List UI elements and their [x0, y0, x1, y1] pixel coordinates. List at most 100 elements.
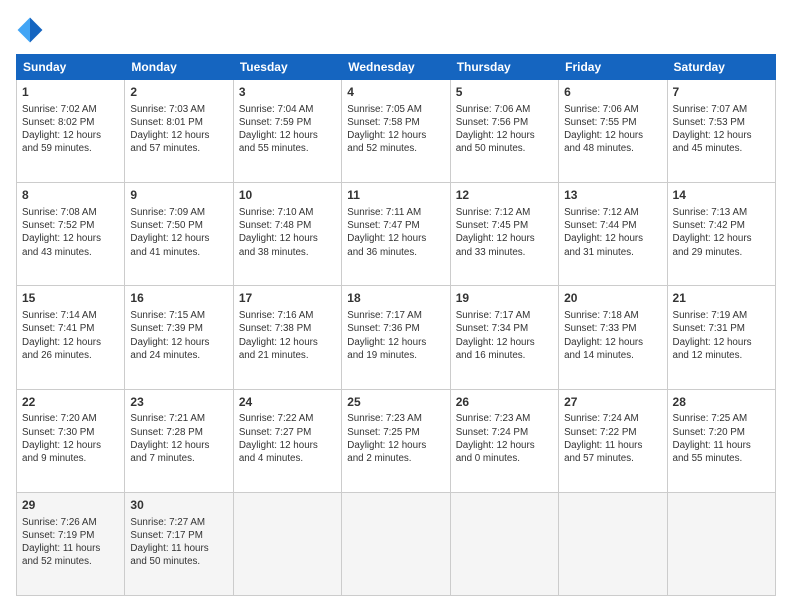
cell-r1-c3: 11 Sunrise: 7:11 AMSunset: 7:47 PMDayligh…	[342, 183, 450, 286]
day-number: 11	[347, 187, 444, 204]
col-header-sunday: Sunday	[17, 55, 125, 80]
day-number: 12	[456, 187, 553, 204]
day-number: 17	[239, 290, 336, 307]
col-header-wednesday: Wednesday	[342, 55, 450, 80]
day-number: 3	[239, 84, 336, 101]
day-number: 23	[130, 394, 227, 411]
cell-text: Sunrise: 7:06 AMSunset: 7:56 PMDaylight:…	[456, 103, 553, 156]
cell-text: Sunrise: 7:10 AMSunset: 7:48 PMDaylight:…	[239, 206, 336, 259]
cell-r2-c3: 18 Sunrise: 7:17 AMSunset: 7:36 PMDayligh…	[342, 286, 450, 389]
logo	[16, 16, 48, 44]
cell-r3-c3: 25Sunrise: 7:23 AMSunset: 7:25 PMDayligh…	[342, 389, 450, 492]
cell-r2-c5: 20 Sunrise: 7:18 AMSunset: 7:33 PMDayligh…	[559, 286, 667, 389]
cell-text: Sunrise: 7:12 AMSunset: 7:45 PMDaylight:…	[456, 206, 553, 259]
col-header-thursday: Thursday	[450, 55, 558, 80]
day-number: 5	[456, 84, 553, 101]
cell-r2-c4: 19 Sunrise: 7:17 AMSunset: 7:34 PMDayligh…	[450, 286, 558, 389]
day-number: 25	[347, 394, 444, 411]
logo-icon	[16, 16, 44, 44]
cell-r4-c4	[450, 492, 558, 595]
cell-r4-c3	[342, 492, 450, 595]
cell-r4-c0: 29 Sunrise: 7:26 AMSunset: 7:19 PMDayligh…	[17, 492, 125, 595]
day-number: 1	[22, 84, 119, 101]
cell-text: Sunrise: 7:22 AMSunset: 7:27 PMDaylight:…	[239, 412, 336, 465]
cell-text: Sunrise: 7:23 AMSunset: 7:24 PMDaylight:…	[456, 412, 553, 465]
cell-r3-c0: 22Sunrise: 7:20 AMSunset: 7:30 PMDayligh…	[17, 389, 125, 492]
calendar-row-1: 8Sunrise: 7:08 AMSunset: 7:52 PMDaylight…	[17, 183, 776, 286]
cell-text: Sunrise: 7:21 AMSunset: 7:28 PMDaylight:…	[130, 412, 227, 465]
cell-r4-c5	[559, 492, 667, 595]
day-number: 14	[673, 187, 770, 204]
day-number: 7	[673, 84, 770, 101]
day-number: 30	[130, 497, 227, 514]
calendar-row-2: 15Sunrise: 7:14 AMSunset: 7:41 PMDayligh…	[17, 286, 776, 389]
cell-text: Sunrise: 7:11 AMSunset: 7:47 PMDaylight:…	[347, 206, 444, 259]
day-number: 28	[673, 394, 770, 411]
cell-text: Sunrise: 7:27 AMSunset: 7:17 PMDaylight:…	[130, 516, 227, 569]
cell-text: Sunrise: 7:04 AMSunset: 7:59 PMDaylight:…	[239, 103, 336, 156]
day-number: 16	[130, 290, 227, 307]
cell-text: Sunrise: 7:24 AMSunset: 7:22 PMDaylight:…	[564, 412, 661, 465]
cell-r3-c6: 28Sunrise: 7:25 AMSunset: 7:20 PMDayligh…	[667, 389, 775, 492]
calendar-table: SundayMondayTuesdayWednesdayThursdayFrid…	[16, 54, 776, 596]
cell-text: Sunrise: 7:19 AMSunset: 7:31 PMDaylight:…	[673, 309, 770, 362]
cell-text: Sunrise: 7:17 AMSunset: 7:36 PMDaylight:…	[347, 309, 444, 362]
cell-r4-c6	[667, 492, 775, 595]
day-number: 13	[564, 187, 661, 204]
calendar-row-3: 22Sunrise: 7:20 AMSunset: 7:30 PMDayligh…	[17, 389, 776, 492]
cell-text: Sunrise: 7:09 AMSunset: 7:50 PMDaylight:…	[130, 206, 227, 259]
cell-r4-c1: 30 Sunrise: 7:27 AMSunset: 7:17 PMDayligh…	[125, 492, 233, 595]
cell-text: Sunrise: 7:06 AMSunset: 7:55 PMDaylight:…	[564, 103, 661, 156]
cell-r1-c6: 14Sunrise: 7:13 AMSunset: 7:42 PMDayligh…	[667, 183, 775, 286]
cell-text: Sunrise: 7:08 AMSunset: 7:52 PMDaylight:…	[22, 206, 119, 259]
day-number: 18	[347, 290, 444, 307]
cell-r0-c1: 2Sunrise: 7:03 AMSunset: 8:01 PMDaylight…	[125, 80, 233, 183]
cell-text: Sunrise: 7:05 AMSunset: 7:58 PMDaylight:…	[347, 103, 444, 156]
day-number: 19	[456, 290, 553, 307]
day-number: 9	[130, 187, 227, 204]
cell-text: Sunrise: 7:23 AMSunset: 7:25 PMDaylight:…	[347, 412, 444, 465]
calendar-body: 1 Sunrise: 7:02 AMSunset: 8:02 PMDaylight…	[17, 80, 776, 596]
day-number: 21	[673, 290, 770, 307]
col-header-friday: Friday	[559, 55, 667, 80]
cell-r3-c5: 27Sunrise: 7:24 AMSunset: 7:22 PMDayligh…	[559, 389, 667, 492]
cell-text: Sunrise: 7:07 AMSunset: 7:53 PMDaylight:…	[673, 103, 770, 156]
cell-r1-c1: 9 Sunrise: 7:09 AMSunset: 7:50 PMDaylight…	[125, 183, 233, 286]
day-number: 6	[564, 84, 661, 101]
header	[16, 16, 776, 44]
day-number: 27	[564, 394, 661, 411]
cell-text: Sunrise: 7:20 AMSunset: 7:30 PMDaylight:…	[22, 412, 119, 465]
day-number: 26	[456, 394, 553, 411]
cell-text: Sunrise: 7:14 AMSunset: 7:41 PMDaylight:…	[22, 309, 119, 362]
calendar-row-4: 29 Sunrise: 7:26 AMSunset: 7:19 PMDayligh…	[17, 492, 776, 595]
cell-r0-c6: 7 Sunrise: 7:07 AMSunset: 7:53 PMDaylight…	[667, 80, 775, 183]
cell-text: Sunrise: 7:12 AMSunset: 7:44 PMDaylight:…	[564, 206, 661, 259]
cell-text: Sunrise: 7:26 AMSunset: 7:19 PMDaylight:…	[22, 516, 119, 569]
cell-r1-c5: 13 Sunrise: 7:12 AMSunset: 7:44 PMDayligh…	[559, 183, 667, 286]
day-number: 24	[239, 394, 336, 411]
page: SundayMondayTuesdayWednesdayThursdayFrid…	[0, 0, 792, 612]
cell-r2-c6: 21 Sunrise: 7:19 AMSunset: 7:31 PMDayligh…	[667, 286, 775, 389]
cell-r0-c2: 3 Sunrise: 7:04 AMSunset: 7:59 PMDaylight…	[233, 80, 341, 183]
col-header-saturday: Saturday	[667, 55, 775, 80]
column-headers: SundayMondayTuesdayWednesdayThursdayFrid…	[17, 55, 776, 80]
cell-text: Sunrise: 7:16 AMSunset: 7:38 PMDaylight:…	[239, 309, 336, 362]
day-number: 29	[22, 497, 119, 514]
cell-r4-c2	[233, 492, 341, 595]
cell-text: Sunrise: 7:18 AMSunset: 7:33 PMDaylight:…	[564, 309, 661, 362]
day-number: 10	[239, 187, 336, 204]
cell-r2-c2: 17 Sunrise: 7:16 AMSunset: 7:38 PMDayligh…	[233, 286, 341, 389]
cell-r1-c0: 8Sunrise: 7:08 AMSunset: 7:52 PMDaylight…	[17, 183, 125, 286]
cell-r1-c4: 12 Sunrise: 7:12 AMSunset: 7:45 PMDayligh…	[450, 183, 558, 286]
col-header-tuesday: Tuesday	[233, 55, 341, 80]
cell-r1-c2: 10 Sunrise: 7:10 AMSunset: 7:48 PMDayligh…	[233, 183, 341, 286]
cell-r3-c2: 24Sunrise: 7:22 AMSunset: 7:27 PMDayligh…	[233, 389, 341, 492]
cell-text: Sunrise: 7:02 AMSunset: 8:02 PMDaylight:…	[22, 103, 119, 156]
cell-text: Sunrise: 7:17 AMSunset: 7:34 PMDaylight:…	[456, 309, 553, 362]
col-header-monday: Monday	[125, 55, 233, 80]
cell-text: Sunrise: 7:15 AMSunset: 7:39 PMDaylight:…	[130, 309, 227, 362]
cell-r3-c4: 26Sunrise: 7:23 AMSunset: 7:24 PMDayligh…	[450, 389, 558, 492]
day-number: 20	[564, 290, 661, 307]
calendar-row-0: 1 Sunrise: 7:02 AMSunset: 8:02 PMDaylight…	[17, 80, 776, 183]
cell-r0-c3: 4Sunrise: 7:05 AMSunset: 7:58 PMDaylight…	[342, 80, 450, 183]
